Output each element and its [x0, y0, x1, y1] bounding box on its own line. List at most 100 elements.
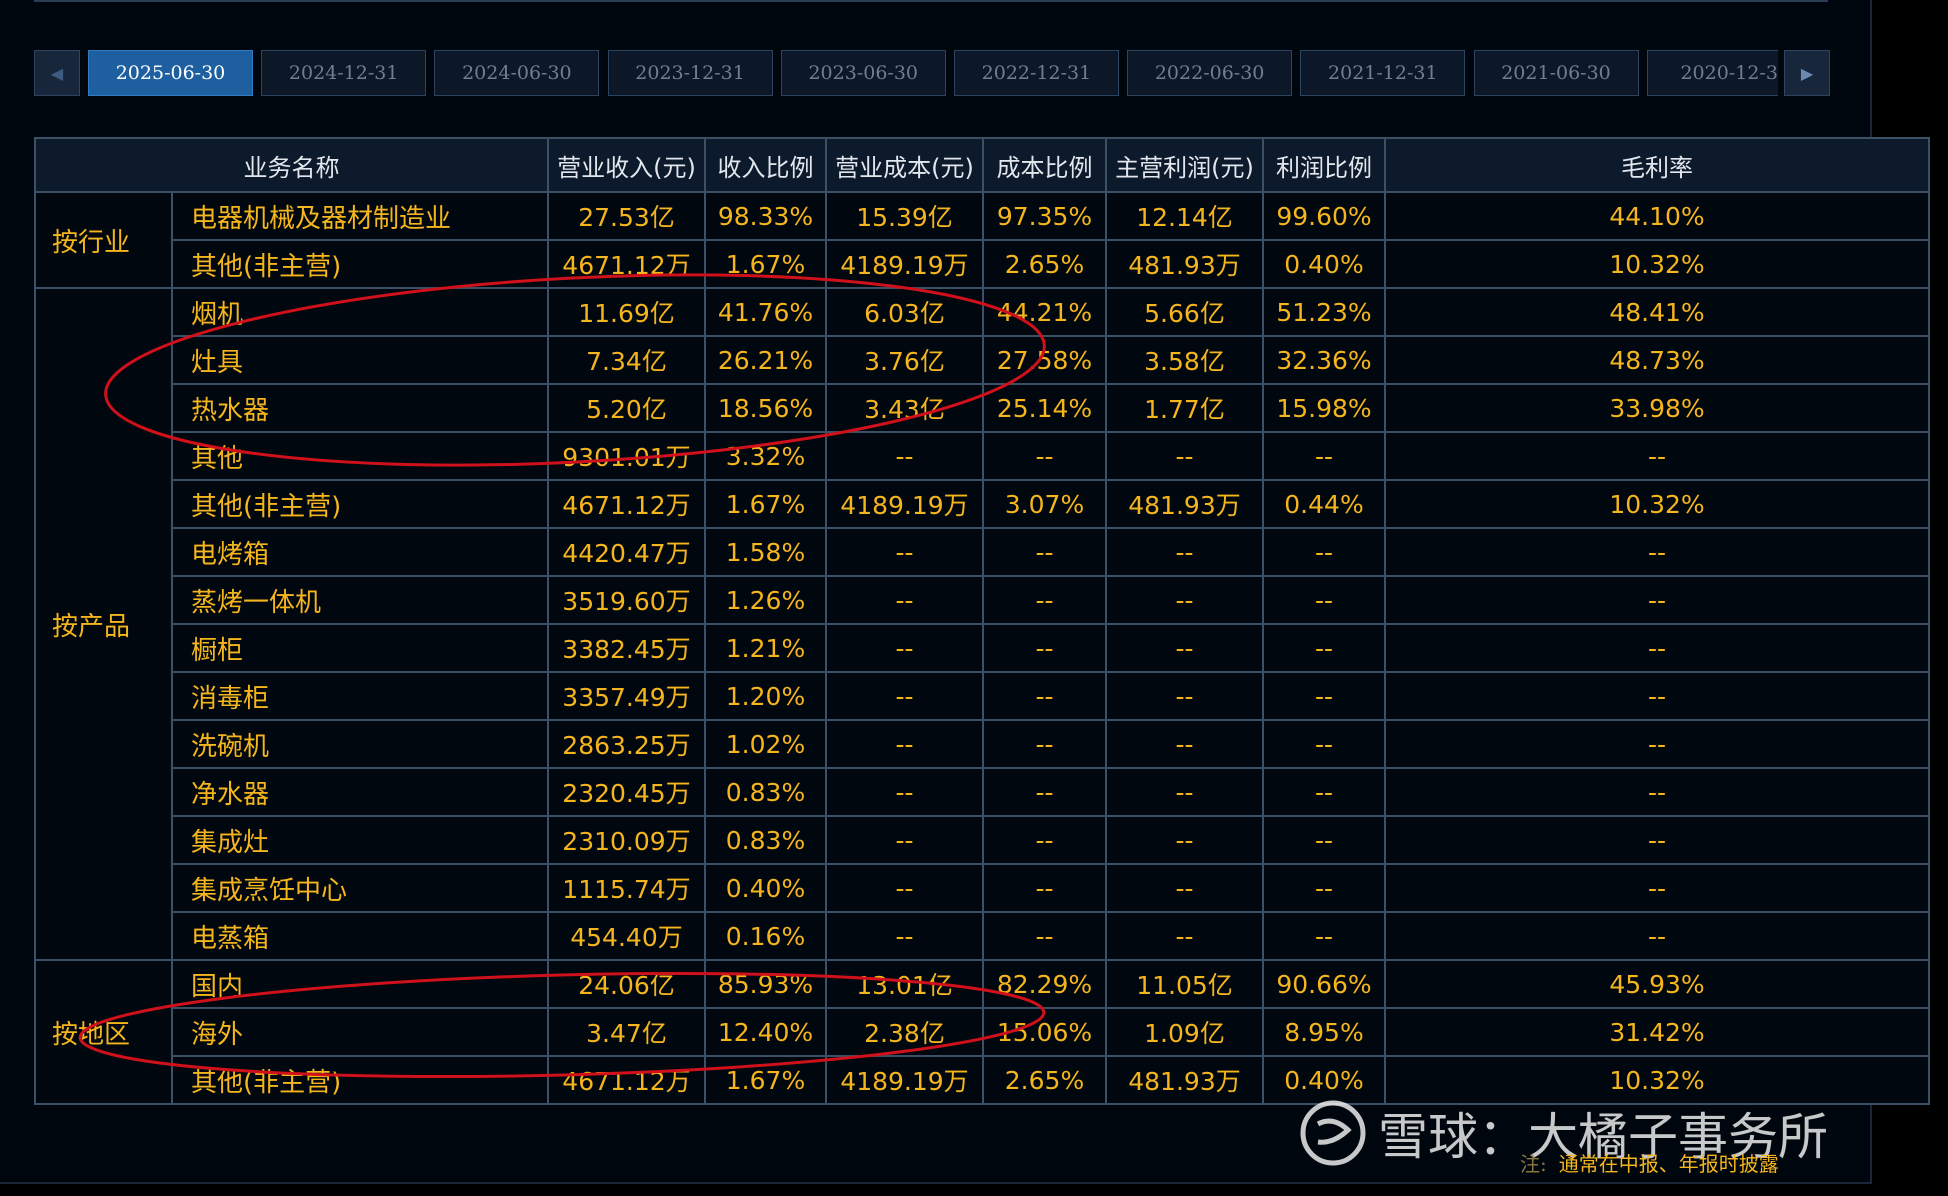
group-label: 按行业 [34, 191, 173, 289]
revenue-cell: 11.69亿 [547, 287, 706, 337]
tab-period-0[interactable]: 2025-06-30 [88, 50, 253, 96]
profit-ratio-cell: 0.44% [1262, 479, 1386, 529]
cost-cell: 13.01亿 [825, 959, 984, 1009]
name-cell: 其他(非主营) [171, 239, 549, 289]
table-header-row: 业务名称 营业收入(元) 收入比例 营业成本(元) 成本比例 主营利润(元) 利… [34, 137, 1930, 193]
tab-period-7[interactable]: 2021-12-31 [1300, 50, 1466, 96]
tab-period-5[interactable]: 2022-12-31 [953, 50, 1119, 96]
cost-ratio-cell: -- [982, 431, 1107, 481]
cost-cell: 2.38亿 [825, 1007, 984, 1057]
tab-period-3[interactable]: 2023-12-31 [607, 50, 773, 96]
name-cell: 集成灶 [171, 815, 549, 865]
revenue-cell: 3.47亿 [547, 1007, 706, 1057]
cost-ratio-cell: 82.29% [982, 959, 1107, 1009]
revenue-cell: 3382.45万 [547, 623, 706, 673]
profit-ratio-cell: -- [1262, 815, 1386, 865]
gross-margin-cell: 48.41% [1384, 287, 1930, 337]
name-cell: 电烤箱 [171, 527, 549, 577]
profit-cell: 481.93万 [1105, 1055, 1264, 1105]
gross-margin-cell: 31.42% [1384, 1007, 1930, 1057]
table-row: 净水器 2320.45万 0.83% -- -- -- -- -- [35, 767, 1930, 817]
revenue-ratio-cell: 1.67% [704, 239, 827, 289]
gross-margin-cell: 10.32% [1384, 479, 1930, 529]
table-row: 电烤箱 4420.47万 1.58% -- -- -- -- -- [35, 527, 1930, 577]
revenue-ratio-cell: 1.20% [704, 671, 827, 721]
profit-ratio-cell: -- [1262, 719, 1386, 769]
cost-ratio-cell: 15.06% [982, 1007, 1107, 1057]
revenue-ratio-cell: 26.21% [704, 335, 827, 385]
revenue-ratio-cell: 41.76% [704, 287, 827, 337]
cost-ratio-cell: -- [982, 671, 1107, 721]
profit-ratio-cell: 8.95% [1262, 1007, 1386, 1057]
profit-cell: -- [1105, 911, 1264, 961]
table-row: 其他 9301.01万 3.32% -- -- -- -- -- [35, 431, 1930, 481]
name-cell: 消毒柜 [171, 671, 549, 721]
table-row: 其他(非主营) 4671.12万 1.67% 4189.19万 2.65% 481.93万… [35, 239, 1930, 289]
header-profit-ratio: 利润比例 [1262, 137, 1386, 193]
revenue-ratio-cell: 1.58% [704, 527, 827, 577]
tab-period-4[interactable]: 2023-06-30 [780, 50, 946, 96]
cost-ratio-cell: 27.58% [982, 335, 1107, 385]
cost-ratio-cell: -- [982, 767, 1107, 817]
cost-ratio-cell: 2.65% [982, 1055, 1107, 1105]
table-row: 热水器 5.20亿 18.56% 3.43亿 25.14% 1.77亿 15.98% 33.9… [35, 383, 1930, 433]
cost-cell: -- [825, 863, 984, 913]
gross-margin-cell: 10.32% [1384, 239, 1930, 289]
tab-period-1[interactable]: 2024-12-31 [261, 50, 427, 96]
revenue-cell: 4671.12万 [547, 1055, 706, 1105]
business-composition-table: 业务名称 营业收入(元) 收入比例 营业成本(元) 成本比例 主营利润(元) 利… [34, 137, 1930, 1105]
cost-cell: 6.03亿 [825, 287, 984, 337]
table-row: 洗碗机 2863.25万 1.02% -- -- -- -- -- [35, 719, 1930, 769]
profit-cell: 481.93万 [1105, 479, 1264, 529]
revenue-ratio-cell: 1.26% [704, 575, 827, 625]
name-cell: 国内 [171, 959, 549, 1009]
revenue-cell: 4420.47万 [547, 527, 706, 577]
cost-cell: -- [825, 527, 984, 577]
revenue-cell: 27.53亿 [547, 191, 706, 241]
table-row: 集成灶 2310.09万 0.83% -- -- -- -- -- [35, 815, 1930, 865]
cost-cell: -- [825, 911, 984, 961]
cost-cell: 4189.19万 [825, 1055, 984, 1105]
profit-cell: -- [1105, 623, 1264, 673]
next-arrow-icon[interactable]: ▶ [1784, 50, 1830, 96]
profit-cell: -- [1105, 431, 1264, 481]
tab-period-8[interactable]: 2021-06-30 [1473, 50, 1639, 96]
profit-ratio-cell: -- [1262, 863, 1386, 913]
profit-cell: 12.14亿 [1105, 191, 1264, 241]
name-cell: 烟机 [171, 287, 549, 337]
profit-ratio-cell: -- [1262, 623, 1386, 673]
cost-ratio-cell: -- [982, 719, 1107, 769]
cost-ratio-cell: -- [982, 575, 1107, 625]
tab-period-2[interactable]: 2024-06-30 [434, 50, 600, 96]
table-row: 集成烹饪中心 1115.74万 0.40% -- -- -- -- -- [35, 863, 1930, 913]
header-business-name: 业务名称 [34, 137, 549, 193]
table-row: 消毒柜 3357.49万 1.20% -- -- -- -- -- [35, 671, 1930, 721]
profit-ratio-cell: 90.66% [1262, 959, 1386, 1009]
name-cell: 电蒸箱 [171, 911, 549, 961]
gross-margin-cell: 33.98% [1384, 383, 1930, 433]
profit-ratio-cell: -- [1262, 575, 1386, 625]
cost-cell: -- [825, 719, 984, 769]
header-gross-margin: 毛利率 [1384, 137, 1930, 193]
table-row: 蒸烤一体机 3519.60万 1.26% -- -- -- -- -- [35, 575, 1930, 625]
group-label: 按地区 [34, 959, 173, 1105]
profit-cell: -- [1105, 863, 1264, 913]
cost-ratio-cell: -- [982, 911, 1107, 961]
gross-margin-cell: -- [1384, 431, 1930, 481]
profit-cell: 1.77亿 [1105, 383, 1264, 433]
gross-margin-cell: -- [1384, 575, 1930, 625]
name-cell: 海外 [171, 1007, 549, 1057]
cost-cell: -- [825, 431, 984, 481]
tab-period-9[interactable]: 2020-12-3 [1646, 50, 1778, 96]
tab-period-6[interactable]: 2022-06-30 [1127, 50, 1293, 96]
header-revenue-ratio: 收入比例 [704, 137, 827, 193]
cost-ratio-cell: -- [982, 815, 1107, 865]
revenue-cell: 2310.09万 [547, 815, 706, 865]
cost-cell: 4189.19万 [825, 479, 984, 529]
revenue-ratio-cell: 1.67% [704, 479, 827, 529]
cost-cell: -- [825, 575, 984, 625]
prev-arrow-icon[interactable]: ◀ [34, 50, 80, 96]
profit-ratio-cell: -- [1262, 527, 1386, 577]
profit-cell: -- [1105, 719, 1264, 769]
gross-margin-cell: 48.73% [1384, 335, 1930, 385]
